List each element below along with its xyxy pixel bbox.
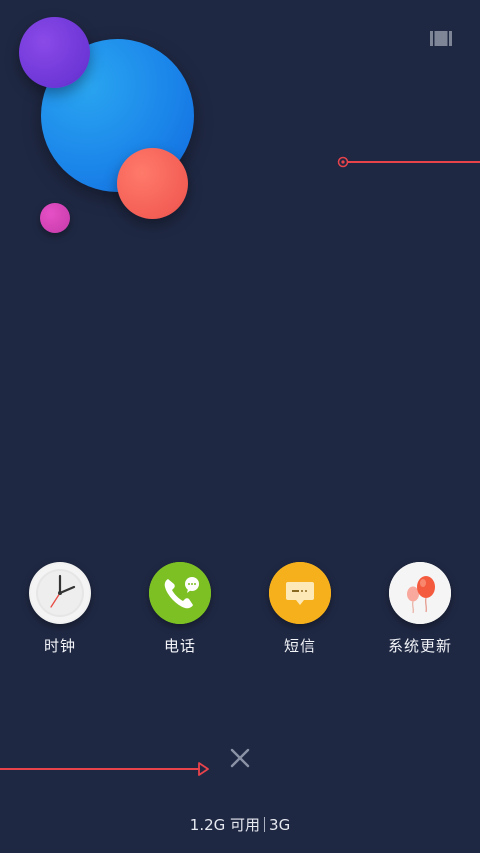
app-messages[interactable]: 短信 bbox=[240, 562, 360, 656]
app-label-messages: 短信 bbox=[283, 637, 316, 655]
message-icon[interactable] bbox=[269, 562, 331, 624]
memory-status: 1.2G 可用 3G bbox=[0, 814, 480, 836]
app-phone[interactable]: 电话 bbox=[120, 562, 240, 656]
system-update-balloon-icon[interactable] bbox=[389, 562, 451, 624]
clear-all-button[interactable] bbox=[224, 742, 256, 774]
app-clock[interactable]: 时钟 bbox=[0, 562, 120, 656]
manage-tasks-icon[interactable] bbox=[430, 30, 452, 47]
wallpaper-bubble-coral bbox=[117, 148, 188, 219]
app-system-update[interactable]: 系统更新 bbox=[360, 562, 480, 656]
memory-separator bbox=[264, 817, 266, 832]
close-icon bbox=[230, 748, 250, 768]
guide-arrow-bottom bbox=[0, 761, 212, 777]
guide-line-top bbox=[336, 154, 480, 168]
recent-apps-row: 时钟 电话 短信 系统更新 bbox=[0, 562, 480, 662]
clock-icon[interactable] bbox=[29, 562, 91, 624]
phone-icon[interactable] bbox=[149, 562, 211, 624]
wallpaper-bubble-pink bbox=[40, 203, 70, 233]
app-label-clock: 时钟 bbox=[43, 637, 76, 655]
memory-available: 1.2G 可用 bbox=[189, 816, 261, 834]
wallpaper-bubble-purple bbox=[19, 17, 90, 88]
app-label-phone: 电话 bbox=[163, 637, 196, 655]
app-label-system-update: 系统更新 bbox=[387, 637, 452, 655]
memory-total: 3G bbox=[269, 816, 291, 834]
